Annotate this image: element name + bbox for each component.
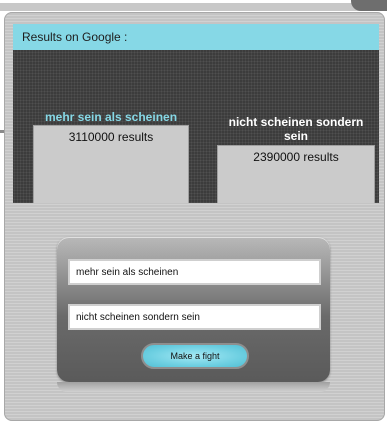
results-header: Results on Google : (13, 24, 379, 50)
result-count-1: 3110000 results (33, 125, 189, 203)
phrase-input-1[interactable] (68, 259, 321, 285)
phrase-input-2[interactable] (68, 304, 321, 330)
top-strip (0, 0, 387, 11)
results-box: Results on Google : mehr sein als schein… (13, 24, 379, 203)
result-count-2: 2390000 results (217, 145, 375, 203)
result-column-2: nicht scheinen sondern sein 2390000 resu… (217, 115, 375, 203)
make-fight-button[interactable]: Make a fight (141, 343, 249, 369)
window-tab (351, 0, 387, 11)
fight-form: Make a fight (57, 237, 330, 392)
result-column-1: mehr sein als scheinen 3110000 results (33, 110, 189, 203)
query-title-2: nicht scheinen sondern sein (228, 115, 364, 143)
query-title-1: mehr sein als scheinen (44, 110, 178, 124)
